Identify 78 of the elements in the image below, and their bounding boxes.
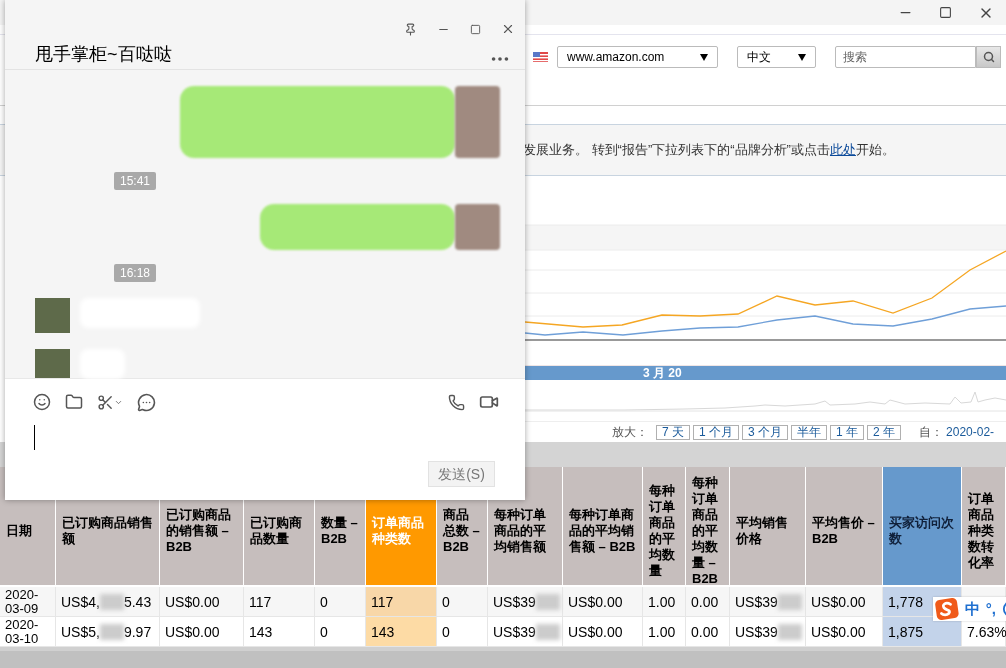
timestamp: 15:41	[114, 172, 156, 190]
column-header[interactable]: 订单商品种类数转化率	[962, 467, 1006, 585]
table-cell-text: US$39	[493, 594, 536, 609]
chat-bubble-icon[interactable]	[137, 392, 156, 412]
table-cell-text: 0.00	[691, 624, 719, 639]
table-cell-text: US$0.00	[165, 624, 220, 639]
us-flag-icon	[533, 52, 548, 62]
from-label: 自：	[919, 424, 944, 441]
avatar-placeholder	[455, 204, 500, 250]
input-method-logo-icon[interactable]	[935, 597, 959, 621]
text-cursor	[34, 425, 35, 450]
send-button[interactable]: 发送(S)	[428, 461, 495, 487]
table-cell-text: US$39	[735, 594, 778, 609]
table-cell-text: 9.97	[123, 624, 152, 639]
dropdown-arrow-icon	[700, 53, 708, 61]
chat-title: 甩手掌柜~百哒哒	[35, 43, 172, 66]
table-cell-text: US$39	[493, 624, 536, 639]
punctuation-mode-label[interactable]: °,	[985, 597, 996, 621]
pin-icon[interactable]	[404, 22, 417, 36]
timestamp: 16:18	[114, 264, 156, 282]
zoom-range-button[interactable]: 3 个月	[742, 424, 789, 440]
from-date[interactable]: 2020-02-	[946, 423, 995, 441]
search-button[interactable]	[976, 46, 1001, 68]
table-cell-text: 0	[442, 594, 450, 609]
site-select[interactable]: www.amazon.com	[557, 46, 718, 68]
maximize-icon[interactable]	[939, 6, 952, 19]
table-cell-text: US$0.00	[811, 594, 866, 609]
table-cell-text: 0.00	[691, 594, 719, 609]
table-cell-text: 2020-03-10	[5, 617, 40, 646]
zoom-range-button[interactable]: 7 天	[656, 424, 690, 440]
table-cell-text: 1,778	[888, 594, 924, 609]
table-cell-text: 1.00	[648, 624, 676, 639]
language-select[interactable]: 中文	[737, 46, 816, 68]
table-cell-text: 117	[371, 594, 394, 609]
search-field[interactable]: 搜索	[835, 46, 976, 68]
maximize-icon[interactable]	[470, 23, 481, 35]
table-cell-text: US$0.00	[165, 594, 220, 609]
table-cell-text: US$0.00	[811, 624, 866, 639]
phone-icon[interactable]	[448, 393, 465, 411]
folder-icon[interactable]	[65, 393, 83, 411]
dropdown-arrow-icon	[798, 53, 806, 61]
table-cell-text: 1.00	[648, 594, 676, 609]
column-header[interactable]: 平均销售价格	[730, 467, 806, 585]
column-header[interactable]: 买家访问次数	[883, 467, 962, 585]
table-cell-text: 1,875	[888, 624, 924, 639]
table-cell-text: US$0.00	[568, 594, 623, 609]
close-icon[interactable]	[501, 22, 515, 36]
search-icon	[982, 51, 995, 63]
table-cell-text: 5.43	[123, 594, 152, 609]
avatar-placeholder	[455, 86, 500, 158]
table-cell-text: 0	[320, 624, 328, 639]
emoji-icon[interactable]	[33, 393, 51, 411]
column-header[interactable]: 每种订单商品的平均数量 – B2B	[686, 467, 730, 585]
column-header[interactable]: 每种订单商品的平均数量	[643, 467, 686, 585]
column-header[interactable]: 平均售价 – B2B	[806, 467, 883, 585]
table-cell-text: 0	[442, 624, 450, 639]
input-mode-label[interactable]: 中	[964, 597, 980, 621]
table-cell-text: US$0.00	[568, 624, 623, 639]
table-cell-text: US$39	[735, 624, 778, 639]
avatar-photo-placeholder	[35, 298, 70, 333]
table-cell-text: US$4,	[61, 594, 100, 609]
notice-text: 发展业务。 转到“报告”下拉列表下的“品牌分析”或点击此处开始。	[523, 141, 895, 160]
here-link[interactable]: 此处	[829, 142, 856, 158]
table-cell-text: US$5,	[61, 624, 100, 639]
zoom-range-button[interactable]: 半年	[791, 424, 828, 440]
horizontal-scrollbar[interactable]	[0, 647, 1006, 668]
zoom-range-button[interactable]: 2 年	[867, 424, 902, 440]
table-cell-text: 2020-03-09	[5, 587, 40, 616]
zoom-label: 放大：	[612, 424, 648, 441]
zoom-range-button[interactable]: 1 年	[830, 424, 865, 440]
table-cell-text: 143	[249, 624, 273, 639]
table-cell-text: 7.63%	[967, 624, 1006, 639]
table-cell-text: 0	[320, 594, 328, 609]
scissors-icon[interactable]	[97, 393, 123, 411]
zoom-range-button[interactable]: 1 个月	[693, 424, 740, 440]
table-cell-text: 117	[249, 594, 272, 609]
column-header[interactable]: 每种订单商品的平均销售额 – B2B	[563, 467, 643, 585]
table-cell-text: 143	[371, 624, 395, 639]
